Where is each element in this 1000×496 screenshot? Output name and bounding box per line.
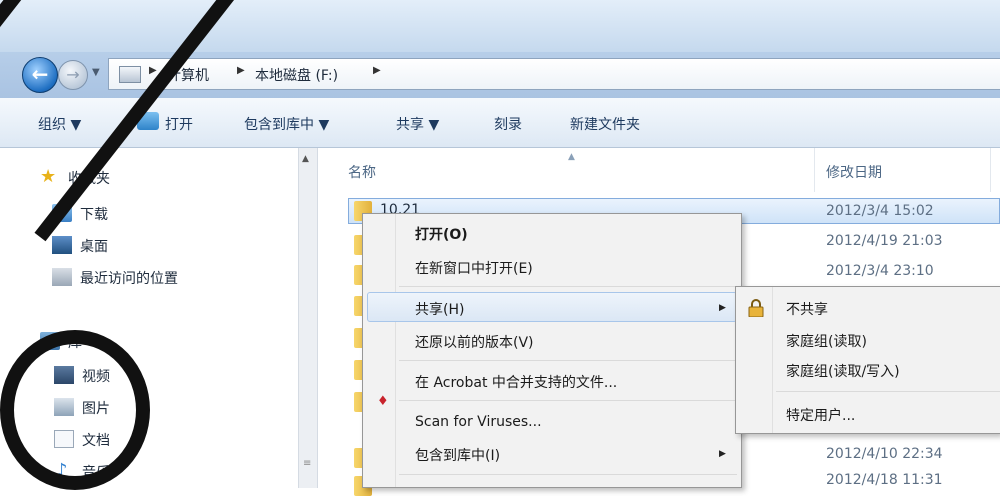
file-modified-date: 2012/4/10 22:34 <box>826 446 943 462</box>
column-header-name[interactable]: 名称 <box>348 162 376 182</box>
nav-desktop[interactable]: 桌面 <box>80 236 108 256</box>
back-button[interactable]: ← <box>22 57 58 93</box>
breadcrumb-chevron-icon[interactable]: ▶ <box>373 65 381 76</box>
share-submenu: 不共享 家庭组(读取) 家庭组(读取/写入) 特定用户... <box>735 286 1000 434</box>
menu-separator <box>776 391 1000 392</box>
address-bar[interactable]: ▶ 计算机 ▶ 本地磁盘 (F:) ▶ <box>108 58 1000 90</box>
recent-pages-dropdown[interactable]: ▼ <box>92 67 100 78</box>
menu-include-library[interactable]: 包含到库中(I) <box>415 445 500 465</box>
organize-button[interactable]: 组织 ▼ <box>38 114 81 134</box>
scroll-grip-icon[interactable]: ≡ <box>303 458 311 469</box>
breadcrumb-chevron-icon[interactable]: ▶ <box>149 65 157 76</box>
submenu-arrow-icon: ▶ <box>719 303 726 313</box>
file-modified-date: 2012/3/4 15:02 <box>826 203 934 219</box>
menu-separator <box>399 474 737 475</box>
context-menu: 打开(O) 在新窗口中打开(E) 共享(H) ▶ 还原以前的版本(V) ♦ 在 … <box>362 213 742 488</box>
share-homegroup-readwrite[interactable]: 家庭组(读取/写入) <box>786 361 900 381</box>
nav-scrollbar[interactable]: ▲ ≡ <box>298 148 318 488</box>
star-icon: ★ <box>40 166 57 187</box>
breadcrumb-chevron-icon[interactable]: ▶ <box>237 65 245 76</box>
menu-open[interactable]: 打开(O) <box>415 224 468 244</box>
nav-recent-places[interactable]: 最近访问的位置 <box>80 268 178 288</box>
lock-icon <box>748 299 764 317</box>
submenu-arrow-icon: ▶ <box>719 449 726 459</box>
burn-button[interactable]: 刻录 <box>494 114 522 134</box>
file-modified-date: 2012/4/19 21:03 <box>826 233 943 249</box>
share-specific-people[interactable]: 特定用户... <box>786 405 855 425</box>
nav-downloads[interactable]: 下载 <box>80 204 108 224</box>
menu-acrobat-combine[interactable]: 在 Acrobat 中合并支持的文件... <box>415 372 617 392</box>
column-divider[interactable] <box>990 148 991 192</box>
share-homegroup-read[interactable]: 家庭组(读取) <box>786 331 867 351</box>
menu-open-new-window[interactable]: 在新窗口中打开(E) <box>415 258 533 278</box>
new-folder-button[interactable]: 新建文件夹 <box>570 114 640 134</box>
file-modified-date: 2012/3/4 23:10 <box>826 263 934 279</box>
menu-share[interactable]: 共享(H) <box>415 299 464 319</box>
include-in-library-button[interactable]: 包含到库中 ▼ <box>244 114 329 134</box>
watermark-stroke <box>0 330 150 490</box>
menu-separator <box>399 360 737 361</box>
recent-places-icon <box>52 268 72 286</box>
share-nobody[interactable]: 不共享 <box>786 299 828 319</box>
column-header-modified[interactable]: 修改日期 <box>826 162 882 182</box>
forward-button[interactable]: → <box>58 60 88 90</box>
computer-icon <box>119 66 141 83</box>
menu-scan-viruses[interactable]: Scan for Viruses... <box>415 414 542 430</box>
menu-icon-gutter <box>395 214 396 487</box>
menu-separator <box>399 286 737 287</box>
sort-ascending-icon: ▲ <box>568 152 575 162</box>
share-button[interactable]: 共享 ▼ <box>396 114 439 134</box>
scroll-up-icon[interactable]: ▲ <box>302 154 309 164</box>
desktop-icon <box>52 236 72 254</box>
column-divider[interactable] <box>814 148 815 192</box>
submenu-icon-gutter <box>772 287 773 433</box>
open-button[interactable]: 打开 <box>165 114 193 134</box>
acrobat-icon: ♦ <box>377 394 389 409</box>
file-modified-date: 2012/4/18 11:31 <box>826 472 943 488</box>
menu-restore-previous[interactable]: 还原以前的版本(V) <box>415 332 534 352</box>
title-glass <box>0 0 1000 52</box>
breadcrumb-drive[interactable]: 本地磁盘 (F:) <box>255 65 338 85</box>
menu-separator <box>399 400 737 401</box>
